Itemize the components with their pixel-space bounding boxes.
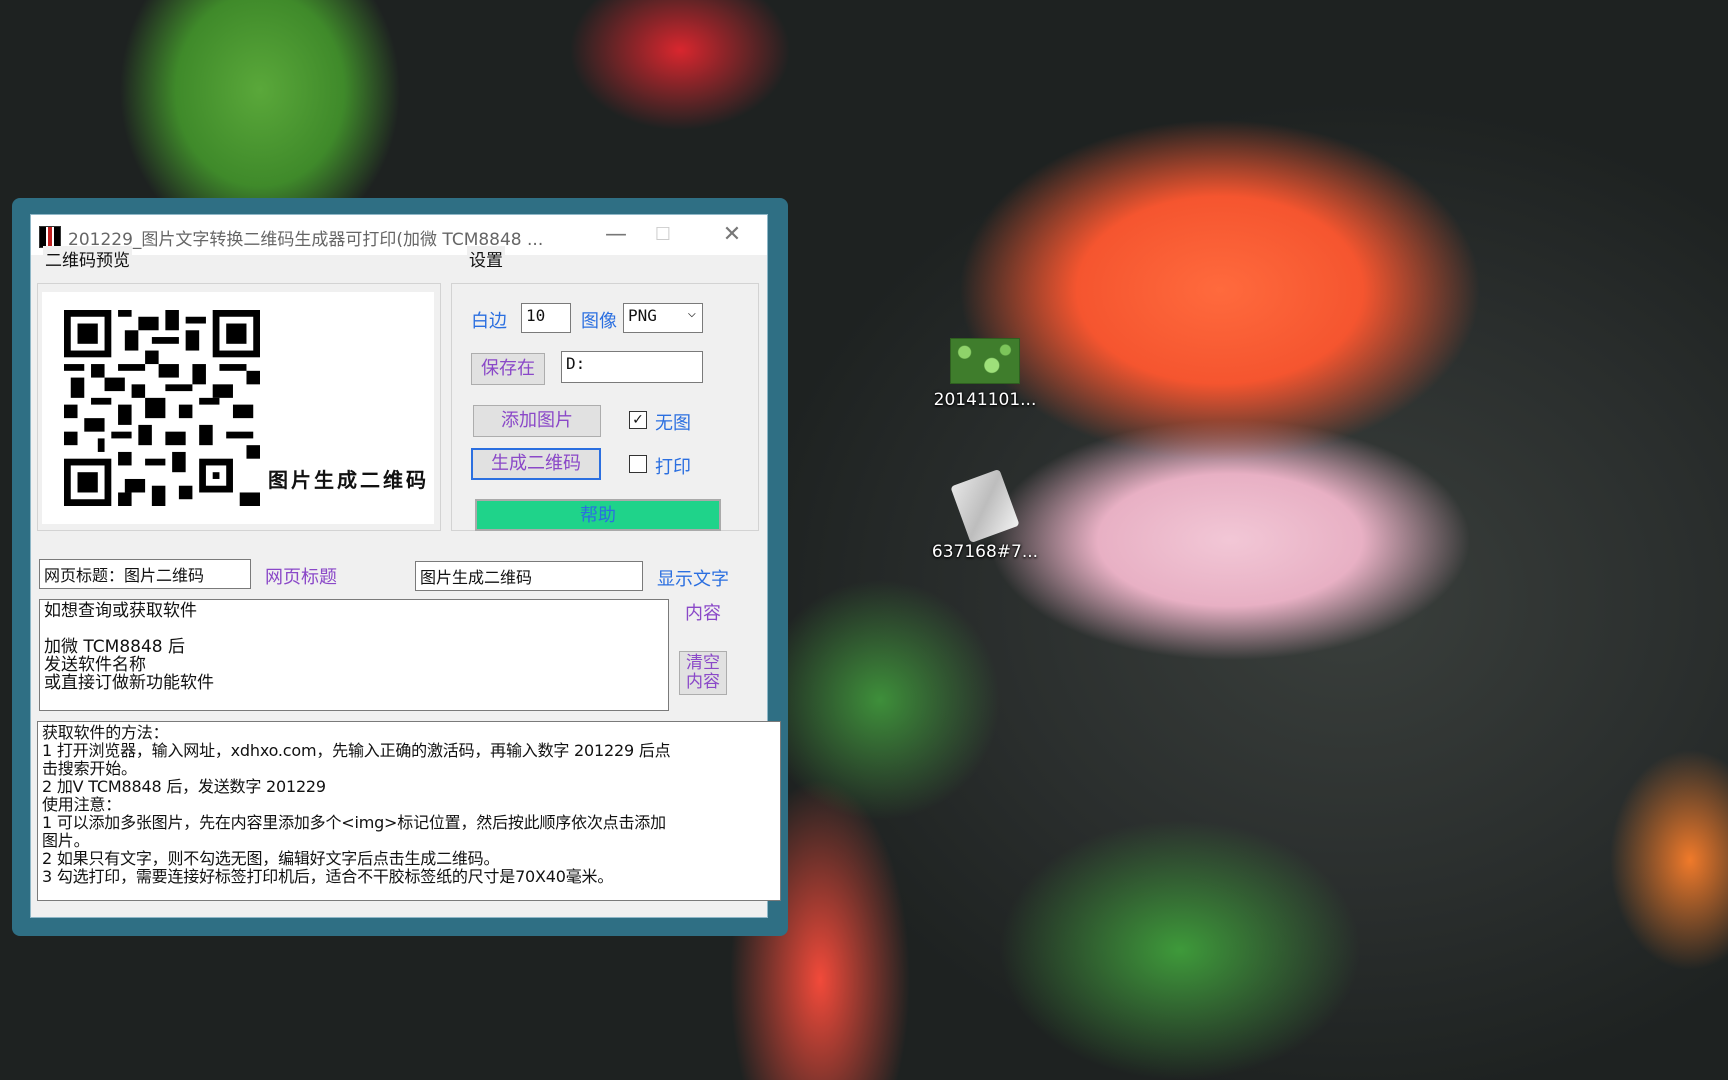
image-thumbnail [950,338,1020,384]
save-location-button[interactable]: 保存在 [471,353,545,385]
desktop-icon-label: 20141101... [933,390,1037,410]
help-line: 使用注意： [42,795,122,814]
margin-input[interactable]: 10 [521,303,571,333]
qr-preview-area: 图片生成二维码 [42,292,434,524]
margin-label: 白边 [471,311,507,332]
content-label: 内容 [685,603,721,624]
image-format-label: 图像 [581,311,617,332]
maximize-button: ☐ [654,224,672,245]
add-image-button[interactable]: 添加图片 [473,405,601,437]
print-label: 打印 [655,457,691,478]
help-line: 3 勾选打印，需要连接好标签打印机后，适合不干胶标签纸的尺寸是70X40毫米。 [42,867,614,886]
qr-code-image [64,310,260,506]
page-title-input[interactable]: 网页标题：图片二维码 [39,559,251,589]
help-line: 图片。 [42,831,90,850]
desktop-icon-app[interactable]: 637168#7... [930,468,1040,562]
clear-button-text: 清空 [686,653,720,673]
settings-group-title: 设置 [467,246,505,271]
no-image-label: 无图 [655,413,691,434]
help-line: 击搜索开始。 [42,759,137,778]
display-text-label: 显示文字 [657,569,729,590]
display-text-input[interactable]: 图片生成二维码 [415,561,643,591]
app-icon [39,226,61,248]
qr-preview-group-title: 二维码预览 [43,246,132,271]
help-line: 2 加V TCM8848 后，发送数字 201229 [42,777,326,796]
app-file-icon [950,468,1020,544]
clear-button-text: 内容 [686,672,720,692]
content-line: 加微 TCM8848 后 [44,637,185,657]
help-line: 获取软件的方法： [42,723,169,742]
qr-caption: 图片生成二维码 [268,468,429,492]
content-line: 如想查询或获取软件 [44,601,197,621]
content-line: 或直接订做新功能软件 [44,673,214,693]
help-line: 1 可以添加多张图片，先在内容里添加多个<img>标记位置，然后按此顺序依次点击… [42,813,666,832]
app-window: 201229_图片文字转换二维码生成器可打印(加微 TCM8848 ... — … [30,214,781,918]
help-line: 1 打开浏览器，输入网址，xdhxo.com，先输入正确的激活码，再输入数字 2… [42,741,671,760]
desktop-icon-image[interactable]: 20141101... [930,338,1040,410]
help-button[interactable]: 帮助 [475,499,721,531]
desktop-icon-label: 637168#7... [931,542,1039,562]
content-line: 发送软件名称 [44,655,146,675]
window-title: 201229_图片文字转换二维码生成器可打印(加微 TCM8848 ... [68,230,544,250]
save-path-input[interactable]: D: [561,351,703,383]
no-image-checkbox[interactable]: ✓ [629,411,647,429]
image-format-value: PNG [628,306,657,325]
image-format-select[interactable]: PNG ⌵ [623,303,703,333]
help-text-box[interactable]: 获取软件的方法： 1 打开浏览器，输入网址，xdhxo.com，先输入正确的激活… [37,721,781,901]
close-button[interactable]: ✕ [712,221,752,249]
help-line: 2 如果只有文字，则不勾选无图，编辑好文字后点击生成二维码。 [42,849,500,868]
chevron-down-icon: ⌵ [687,305,696,321]
page-title-label: 网页标题 [265,567,337,588]
clear-content-button[interactable]: 清空 内容 [679,651,727,695]
title-bar[interactable]: 201229_图片文字转换二维码生成器可打印(加微 TCM8848 ... — … [31,215,767,255]
content-textarea[interactable]: 如想查询或获取软件 加微 TCM8848 后 发送软件名称 或直接订做新功能软件 [39,599,669,711]
qr-preview-group: 图片生成二维码 [37,283,441,531]
generate-qr-button[interactable]: 生成二维码 [471,448,601,480]
minimize-button[interactable]: — [596,221,636,249]
print-checkbox[interactable] [629,455,647,473]
content-line [44,620,664,638]
